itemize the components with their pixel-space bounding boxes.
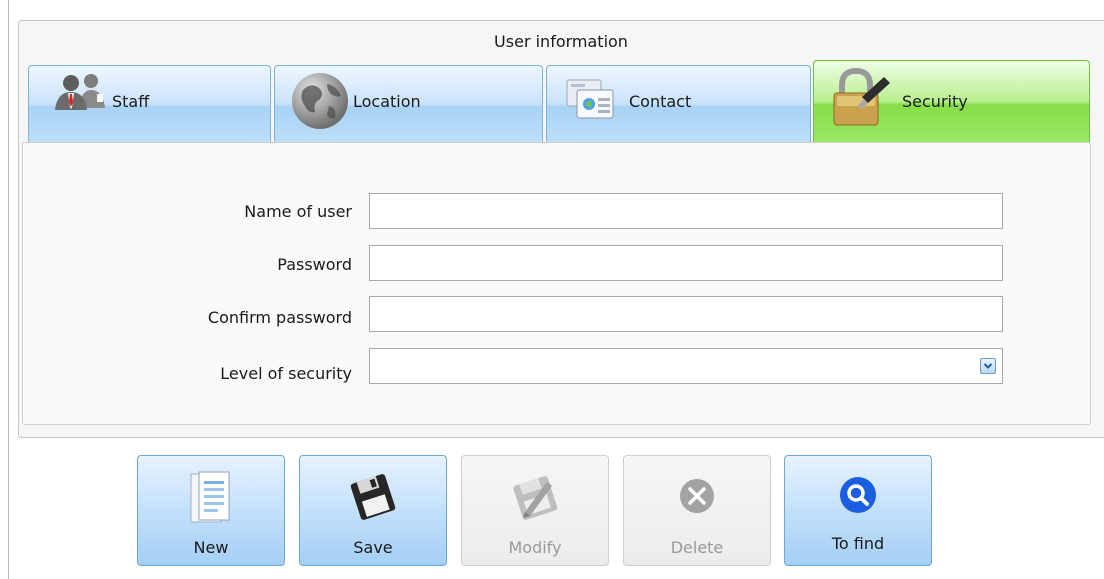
save-button[interactable]: Save	[299, 455, 447, 566]
new-document-icon	[189, 470, 233, 530]
tab-label-staff: Staff	[112, 92, 150, 111]
modify-button[interactable]: Modify	[461, 455, 609, 566]
tab-contact[interactable]: Contact	[546, 65, 811, 145]
search-icon	[837, 474, 879, 520]
delete-button-label: Delete	[670, 538, 724, 557]
edit-icon	[511, 472, 559, 526]
delete-x-icon	[677, 476, 717, 520]
tab-staff[interactable]: Staff	[28, 65, 271, 145]
password-label: Password	[277, 255, 352, 274]
modify-button-label: Modify	[508, 538, 562, 557]
save-button-label: Save	[353, 538, 393, 557]
tab-label-contact: Contact	[629, 92, 692, 111]
to-find-button-label: To find	[831, 534, 885, 553]
staff-people-icon	[51, 72, 111, 116]
security-level-label: Level of security	[220, 364, 352, 383]
chevron-down-icon[interactable]	[980, 358, 996, 374]
tab-label-security: Security	[902, 92, 968, 111]
username-input[interactable]	[369, 193, 1003, 229]
confirm-password-label: Confirm password	[207, 308, 352, 327]
tab-security[interactable]: Security	[813, 60, 1090, 145]
to-find-button[interactable]: To find	[784, 455, 932, 566]
confirm-password-input[interactable]	[369, 296, 1003, 332]
delete-button[interactable]: Delete	[623, 455, 771, 566]
password-input[interactable]	[369, 245, 1003, 281]
floppy-disk-icon	[349, 472, 397, 526]
new-button[interactable]: New	[137, 455, 285, 566]
security-level-select[interactable]	[369, 348, 1003, 384]
tab-location[interactable]: Location	[274, 65, 543, 145]
window-left-border	[8, 0, 9, 579]
tab-label-location: Location	[353, 92, 421, 111]
padlock-key-icon	[828, 65, 896, 133]
globe-icon	[289, 70, 351, 136]
username-label: Name of user	[244, 202, 352, 221]
new-button-label: New	[193, 538, 229, 557]
contact-cards-icon	[563, 76, 617, 126]
group-title: User information	[494, 32, 628, 51]
